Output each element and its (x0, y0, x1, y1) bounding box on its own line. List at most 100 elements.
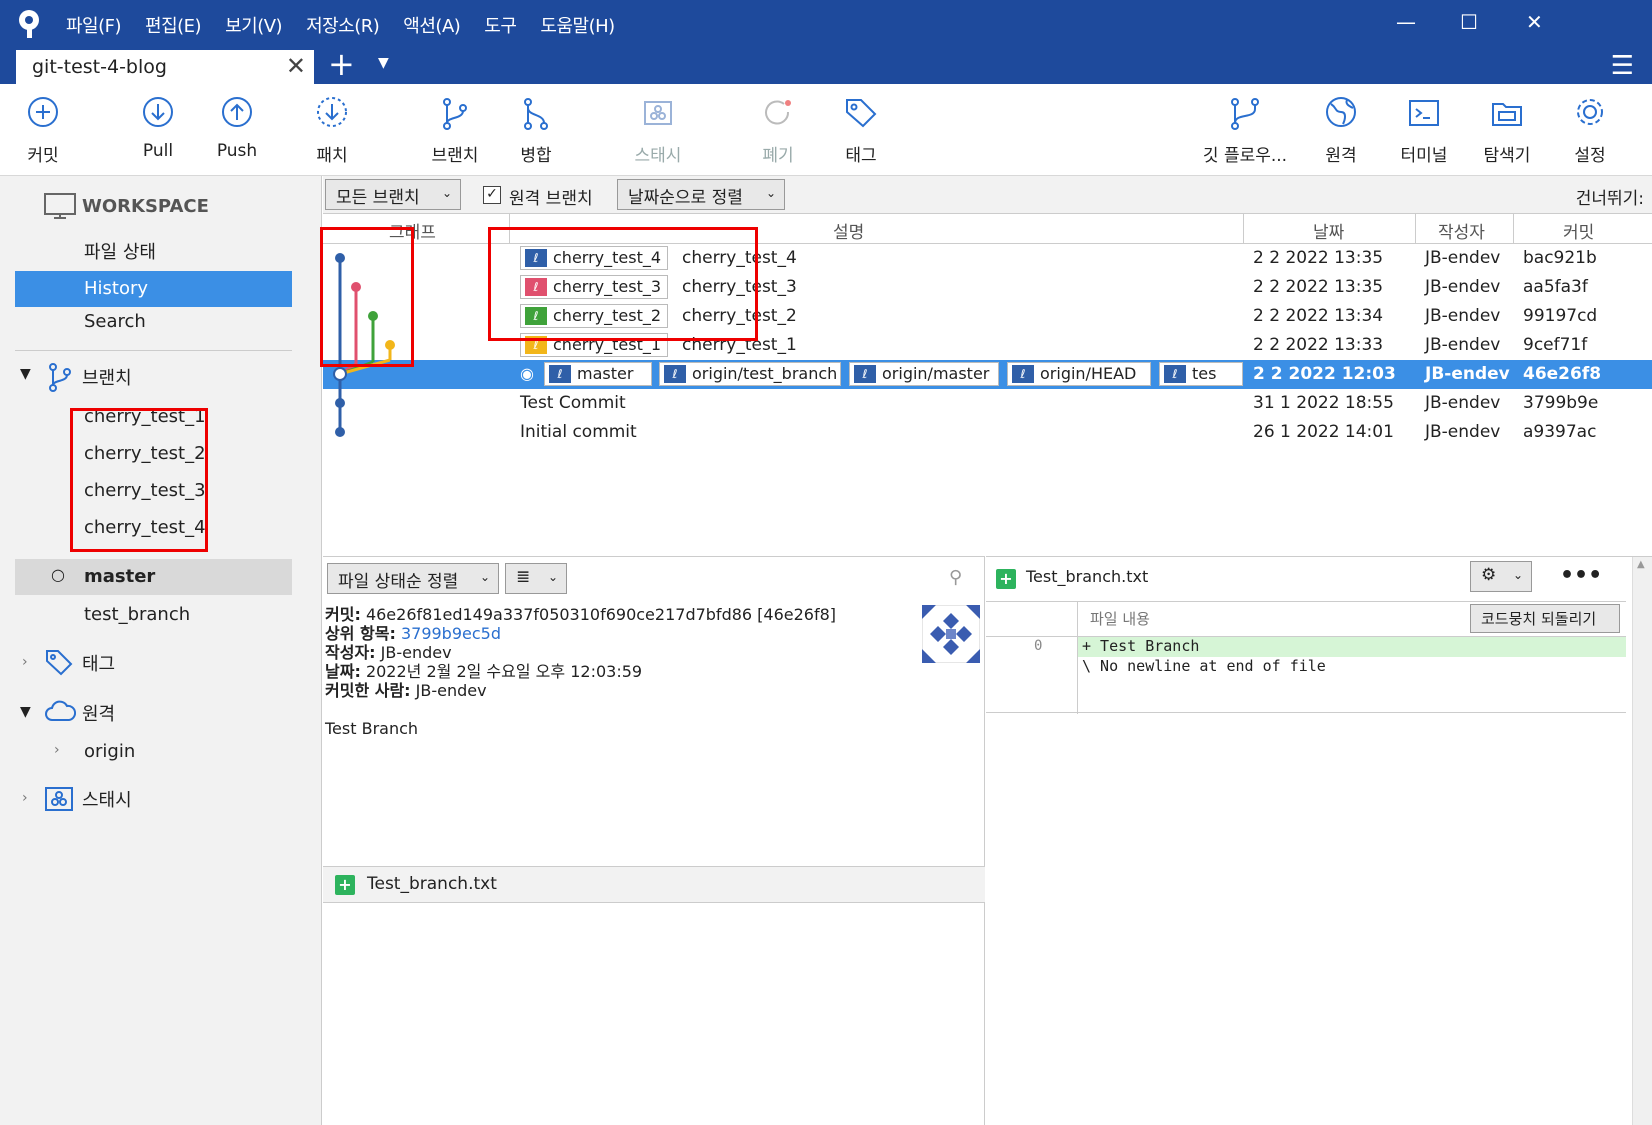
push-button[interactable]: Push (192, 94, 282, 161)
menu-actions[interactable]: 액션(A) (403, 12, 460, 38)
divider (15, 350, 292, 351)
gitflow-button[interactable]: 깃 플로우... (1195, 94, 1295, 166)
remotes-header[interactable]: 원격 (82, 700, 115, 726)
more-icon[interactable]: ••• (1560, 563, 1602, 588)
search-icon[interactable]: ⚲ (949, 567, 962, 588)
diff-line-added: + Test Branch (1078, 637, 1626, 657)
col-description[interactable]: 설명 (833, 218, 864, 243)
explorer-button[interactable]: 탐색기 (1462, 94, 1552, 166)
file-list-item[interactable]: + Test_branch.txt (323, 866, 985, 903)
badge-label: tes (1192, 364, 1217, 383)
diff-file-name: Test_branch.txt (1026, 567, 1149, 586)
branch-button[interactable]: 브랜치 (410, 94, 500, 166)
commit-message: Test Branch (325, 719, 419, 738)
merge-button[interactable]: 병합 (491, 94, 581, 166)
branch-filter-dropdown[interactable]: 모든 브랜치 ⌄ (325, 179, 461, 210)
branch-icon: ℓ (1012, 365, 1034, 383)
remote-branches-checkbox[interactable]: ✓ (483, 186, 501, 204)
minimize-icon[interactable]: — (1396, 10, 1416, 34)
hamburger-menu-icon[interactable]: ☰ (1611, 51, 1634, 81)
pull-button[interactable]: Pull (113, 94, 203, 161)
chevron-right-icon[interactable]: › (22, 790, 28, 806)
chevron-down-icon[interactable]: ▼ (20, 366, 31, 382)
commit-button[interactable]: 커밋 (0, 94, 88, 166)
sidebar-remote-origin[interactable]: origin (84, 741, 135, 762)
col-commit[interactable]: 커밋 (1563, 218, 1594, 243)
col-author[interactable]: 작성자 (1438, 218, 1485, 243)
sidebar-item-search[interactable]: Search (84, 311, 146, 332)
table-row-selected[interactable]: ◉ ℓ master ℓ origin/test_branch ℓ origin/ma… (323, 360, 1652, 389)
patch-button[interactable]: 패치 (287, 94, 377, 166)
terminal-button[interactable]: 터미널 (1379, 94, 1469, 166)
menu-file[interactable]: 파일(F) (66, 12, 122, 38)
skip-label: 건너뛰기: (1575, 189, 1644, 209)
tab-title: git-test-4-blog (32, 56, 167, 78)
file-sort-dropdown[interactable]: 파일 상태순 정렬 ⌄ (327, 563, 499, 594)
pull-label: Pull (142, 141, 174, 161)
gear-icon (1577, 99, 1603, 125)
commit-desc: Initial commit (520, 422, 637, 442)
discard-button[interactable]: 폐기 (733, 94, 823, 166)
menu-tools[interactable]: 도구 (484, 12, 517, 38)
settings-button[interactable]: 설정 (1545, 94, 1635, 166)
new-tab-button[interactable]: + (328, 45, 355, 83)
branch-badge[interactable]: ℓ tes (1159, 362, 1243, 386)
table-row[interactable]: Test Commit 31 1 2022 18:55 JB-endev 379… (323, 389, 1652, 418)
sidebar-branch-test-branch[interactable]: test_branch (84, 604, 190, 625)
master-label: master (84, 566, 156, 587)
chevron-down-icon[interactable]: ▼ (20, 704, 31, 720)
parent-link[interactable]: 3799b9ec5d (401, 624, 501, 643)
commit-date: 26 1 2022 14:01 (1253, 422, 1394, 442)
view-mode-dropdown[interactable]: ≣ ⌄ (505, 563, 567, 594)
file-added-icon: + (996, 569, 1016, 589)
diff-options-dropdown[interactable]: ⚙ ⌄ (1470, 561, 1532, 592)
sort-value: 날짜순으로 정렬 (628, 188, 743, 208)
tab-repo[interactable]: git-test-4-blog ✕ (16, 50, 314, 84)
parent-label: 상위 항목: (325, 624, 396, 643)
author-value: JB-endev (380, 643, 452, 662)
remote-button[interactable]: 원격 (1296, 94, 1386, 166)
stash-button[interactable]: 스태시 (613, 94, 703, 166)
commit-hash: 46e26f8 (1523, 364, 1602, 384)
menu-repository[interactable]: 저장소(R) (306, 12, 380, 38)
tab-close-icon[interactable]: ✕ (286, 52, 306, 80)
tab-dropdown-icon[interactable]: ▼ (378, 55, 389, 71)
file-added-icon: + (335, 875, 355, 895)
branch-badge[interactable]: ℓ origin/master (849, 362, 999, 386)
maximize-icon[interactable]: ☐ (1460, 10, 1478, 34)
chevron-right-icon[interactable]: › (54, 742, 60, 758)
commit-full-hash: 46e26f81ed149a337f050310f690ce217d7bfd86… (365, 605, 837, 624)
scroll-up-icon[interactable]: ▲ (1637, 559, 1645, 570)
menu-view[interactable]: 보기(V) (225, 12, 282, 38)
branch-badge[interactable]: ℓ origin/HEAD (1007, 362, 1151, 386)
branch-badge[interactable]: ℓ origin/test_branch (659, 362, 841, 386)
commit-author: JB-endev (1425, 248, 1501, 268)
close-window-icon[interactable]: ✕ (1526, 10, 1543, 34)
revert-hunk-button[interactable]: 코드뭉치 되돌리기 (1470, 604, 1620, 633)
menu-help[interactable]: 도움말(H) (540, 12, 615, 38)
patch-icon (317, 97, 347, 127)
menu-bar: 파일(F) 편집(E) 보기(V) 저장소(R) 액션(A) 도구 도움말(H) (66, 12, 639, 38)
branch-badge[interactable]: ℓ master (544, 362, 652, 386)
stash-header[interactable]: 스태시 (82, 786, 132, 812)
badge-label: origin/HEAD (1040, 364, 1137, 383)
commit-date: 2 2 2022 13:35 (1253, 248, 1384, 268)
commit-hash: 9cef71f (1523, 335, 1588, 355)
branches-header[interactable]: 브랜치 (82, 364, 132, 390)
tags-header[interactable]: 태그 (82, 650, 115, 676)
toolbar: 커밋 Pull Push 패치 브랜치 병합 스태시 폐기 태그 깃 플로우..… (0, 84, 1652, 176)
sidebar-item-history[interactable]: History (15, 271, 292, 307)
tag-button[interactable]: 태그 (816, 94, 906, 166)
col-date[interactable]: 날짜 (1313, 218, 1344, 243)
sidebar-branch-master[interactable]: ○ master (15, 559, 292, 595)
table-row[interactable]: Initial commit 26 1 2022 14:01 JB-endev … (323, 418, 1652, 447)
commit-author: JB-endev (1425, 422, 1501, 442)
scrollbar[interactable]: ▲ (1632, 557, 1652, 1125)
chevron-right-icon[interactable]: › (22, 654, 28, 670)
commit-date: 2 2 2022 13:34 (1253, 306, 1384, 326)
explorer-label: 탐색기 (1483, 146, 1531, 166)
sidebar-item-file-status[interactable]: 파일 상태 (84, 238, 156, 264)
tag-icon (46, 650, 73, 676)
sort-dropdown[interactable]: 날짜순으로 정렬 ⌄ (617, 179, 785, 210)
menu-edit[interactable]: 편집(E) (145, 12, 202, 38)
